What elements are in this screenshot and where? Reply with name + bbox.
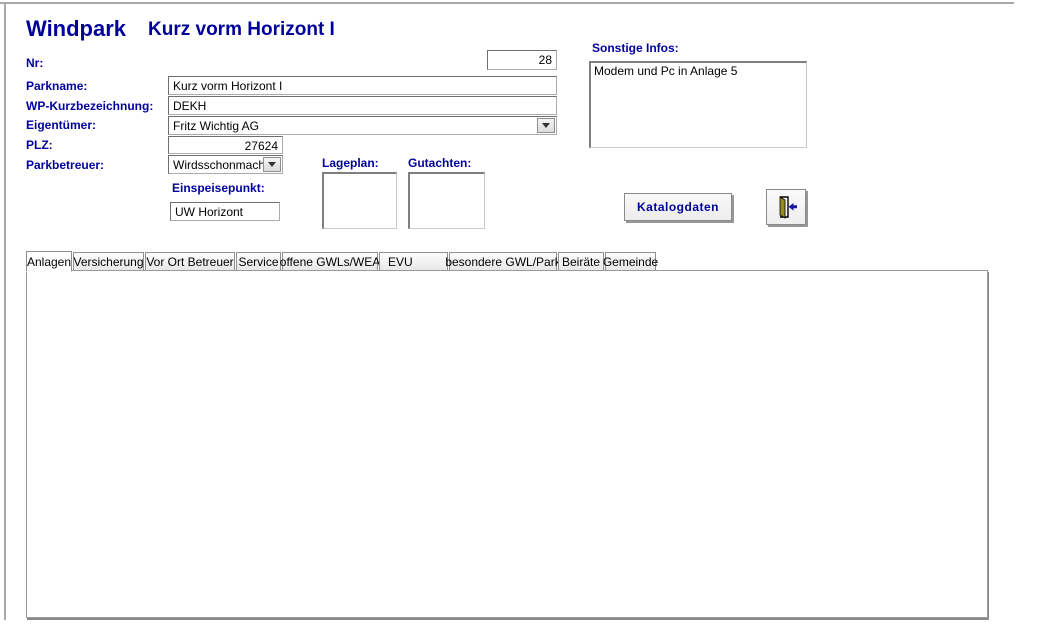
eigentuemer-value: Fritz Wichtig AG [173,119,259,133]
tab-page-anlagen [26,270,988,618]
tab-offene-gwls-wea[interactable]: offene GWLs/WEA [282,252,378,271]
chevron-down-icon [268,162,276,167]
parkbetreuer-combobox[interactable]: Wirdsschonmachen [168,155,283,174]
sonstige-infos-label: Sonstige Infos: [592,41,679,55]
gutachten-box[interactable] [408,172,485,229]
wp-kurz-label: WP-Kurzbezeichnung: [26,99,153,113]
lageplan-box[interactable] [322,172,397,229]
exit-door-icon [773,194,799,220]
parkname-field[interactable]: Kurz vorm Horizont I [168,76,557,95]
einspeisepunkt-field[interactable]: UW Horizont [170,202,280,221]
exit-button[interactable] [766,189,806,225]
tab-versicherung[interactable]: Versicherung [73,252,144,271]
tab-beiraete[interactable]: Beiräte [558,252,604,271]
window-left-border [4,2,6,620]
parkname-label: Parkname: [26,79,87,93]
parkbetreuer-dropdown-button[interactable] [263,157,281,172]
tab-gemeinde[interactable]: Gemeinde [605,252,656,271]
plz-label: PLZ: [26,138,53,152]
wp-kurz-field[interactable]: DEKH [168,96,557,115]
nr-label: Nr: [26,56,43,70]
tab-strip: Anlagen Versicherung Vor Ort Betreuer Se… [26,251,657,271]
page-title: Windpark [26,16,126,42]
gutachten-label: Gutachten: [408,156,471,170]
plz-field[interactable]: 27624 [168,136,283,154]
sonstige-infos-textarea[interactable]: Modem und Pc in Anlage 5 [589,61,807,148]
nr-field[interactable]: 28 [487,50,557,70]
tab-service[interactable]: Service [236,252,281,271]
chevron-down-icon [542,123,550,128]
tab-evu[interactable]: EVU [379,252,448,271]
tab-anlagen[interactable]: Anlagen [26,251,72,272]
tab-besondere-gwl-park[interactable]: besondere GWL/Park [449,252,557,271]
eigentuemer-dropdown-button[interactable] [537,118,555,133]
katalogdaten-button[interactable]: Katalogdaten [624,193,732,221]
park-title: Kurz vorm Horizont I [148,19,335,41]
einspeisepunkt-label: Einspeisepunkt: [172,181,265,195]
eigentuemer-combobox[interactable]: Fritz Wichtig AG [168,116,557,135]
parkbetreuer-label: Parkbetreuer: [26,158,104,172]
tab-vor-ort-betreuer[interactable]: Vor Ort Betreuer [145,252,235,271]
eigentuemer-label: Eigentümer: [26,118,96,132]
lageplan-label: Lageplan: [322,156,379,170]
window-top-border [0,2,1014,4]
